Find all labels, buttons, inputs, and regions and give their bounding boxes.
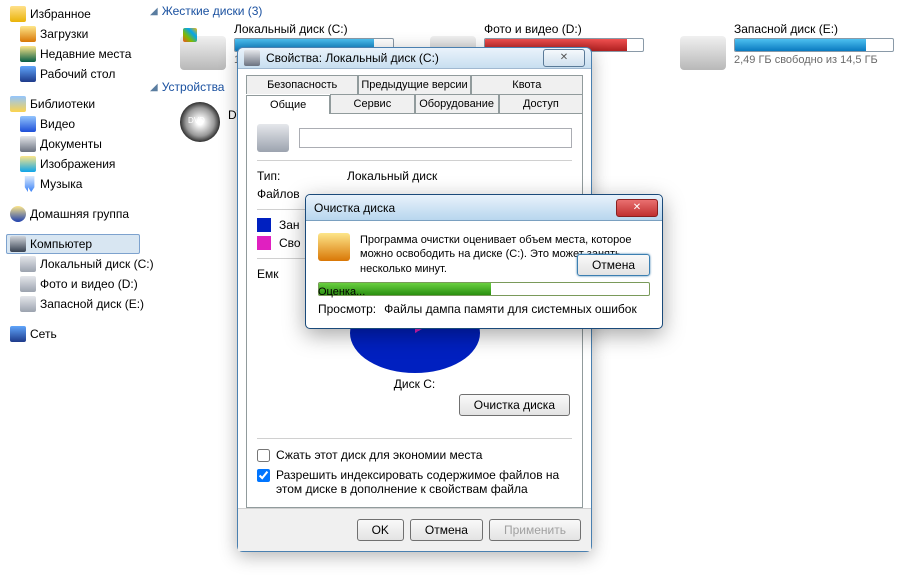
desktop-icon xyxy=(20,66,36,82)
section-title: Устройства xyxy=(162,80,225,94)
nav-recent[interactable]: Недавние места xyxy=(6,44,140,64)
cancel-button[interactable]: Отмена xyxy=(410,519,483,541)
drive-status: 2,49 ГБ свободно из 14,5 ГБ xyxy=(734,52,910,66)
label: Документы xyxy=(40,137,102,151)
nav-drive-d[interactable]: Фото и видео (D:) xyxy=(6,274,140,294)
nav-documents[interactable]: Документы xyxy=(6,134,140,154)
label: Недавние места xyxy=(40,47,131,61)
images-icon xyxy=(20,156,36,172)
label: Домашняя группа xyxy=(30,207,129,221)
drive-e-card[interactable]: Запасной диск (E:) 2,49 ГБ свободно из 1… xyxy=(680,22,910,70)
drive-icon xyxy=(180,36,226,70)
navigation-pane: Избранное Загрузки Недавние места Рабочи… xyxy=(0,0,140,344)
compress-label: Сжать этот диск для экономии места xyxy=(276,448,482,462)
label: Видео xyxy=(40,117,75,131)
type-label: Тип: xyxy=(257,169,347,183)
network-icon xyxy=(10,326,26,342)
tab-service[interactable]: Сервис xyxy=(330,94,414,113)
nav-favorites[interactable]: Избранное xyxy=(6,4,140,24)
used-color-icon xyxy=(257,218,271,232)
music-icon xyxy=(20,176,36,192)
drive-icon xyxy=(20,276,36,292)
tab-hardware[interactable]: Оборудование xyxy=(415,94,499,113)
label: Сеть xyxy=(30,327,57,341)
ok-button[interactable]: OK xyxy=(357,519,404,541)
tab-previous-versions[interactable]: Предыдущие версии xyxy=(358,75,470,94)
dialog-titlebar[interactable]: Очистка диска ✕ xyxy=(306,195,662,221)
recent-icon xyxy=(20,46,36,62)
scan-label: Просмотр: xyxy=(318,302,376,316)
section-title: Жесткие диски (3) xyxy=(162,4,263,18)
nav-libraries[interactable]: Библиотеки xyxy=(6,94,140,114)
drive-name: Локальный диск (C:) xyxy=(234,22,410,38)
nav-desktop[interactable]: Рабочий стол xyxy=(6,64,140,84)
nav-video[interactable]: Видео xyxy=(6,114,140,134)
tab-quota[interactable]: Квота xyxy=(471,75,583,94)
dialog-title: Очистка диска xyxy=(314,201,616,215)
nav-drive-e[interactable]: Запасной диск (E:) xyxy=(6,294,140,314)
nav-music[interactable]: Музыка xyxy=(6,174,140,194)
drive-icon xyxy=(20,296,36,312)
dvd-icon xyxy=(180,102,220,142)
section-hard-drives[interactable]: ◢ Жесткие диски (3) xyxy=(150,0,917,22)
documents-icon xyxy=(20,136,36,152)
nav-homegroup[interactable]: Домашняя группа xyxy=(6,204,140,224)
pie-label: Диск C: xyxy=(350,373,480,391)
used-label: Зан xyxy=(279,218,300,232)
scan-value: Файлы дампа памяти для системных ошибок xyxy=(384,302,637,316)
homegroup-icon xyxy=(10,206,26,222)
star-icon xyxy=(10,6,26,22)
close-button[interactable]: ✕ xyxy=(616,199,658,217)
index-label: Разрешить индексировать содержимое файло… xyxy=(276,468,572,496)
label: Компьютер xyxy=(30,237,92,251)
expand-icon: ◢ xyxy=(150,82,158,93)
drive-icon xyxy=(257,124,289,152)
cleanup-icon xyxy=(318,233,350,261)
disk-cleanup-button[interactable]: Очистка диска xyxy=(459,394,570,416)
drive-icon xyxy=(680,36,726,70)
free-label: Сво xyxy=(279,236,301,250)
drive-name: Запасной диск (E:) xyxy=(734,22,910,38)
drive-icon xyxy=(244,50,260,66)
dialog-title: Свойства: Локальный диск (C:) xyxy=(266,51,543,65)
downloads-icon xyxy=(20,26,36,42)
nav-network[interactable]: Сеть xyxy=(6,324,140,344)
dialog-titlebar[interactable]: Свойства: Локальный диск (C:) ✕ xyxy=(238,48,591,69)
label: Изображения xyxy=(40,157,115,171)
drive-label-field[interactable] xyxy=(299,128,572,148)
compress-checkbox[interactable] xyxy=(257,449,270,462)
label: Загрузки xyxy=(40,27,88,41)
cancel-button[interactable]: Отмена xyxy=(577,254,650,276)
type-value: Локальный диск xyxy=(347,169,437,183)
label: Избранное xyxy=(30,7,91,21)
tab-access[interactable]: Доступ xyxy=(499,94,583,113)
tab-general[interactable]: Общие xyxy=(246,95,330,114)
label: Музыка xyxy=(40,177,82,191)
close-button[interactable]: ✕ xyxy=(543,49,585,67)
libraries-icon xyxy=(10,96,26,112)
label: Запасной диск (E:) xyxy=(40,297,144,311)
disk-cleanup-dialog: Очистка диска ✕ Программа очистки оценив… xyxy=(305,194,663,329)
label: Рабочий стол xyxy=(40,67,115,81)
drive-name: Фото и видео (D:) xyxy=(484,22,660,38)
video-icon xyxy=(20,116,36,132)
free-color-icon xyxy=(257,236,271,250)
index-checkbox[interactable] xyxy=(257,469,270,482)
label: Библиотеки xyxy=(30,97,95,111)
computer-icon xyxy=(10,236,26,252)
apply-button[interactable]: Применить xyxy=(489,519,581,541)
space-bar xyxy=(734,38,894,52)
nav-images[interactable]: Изображения xyxy=(6,154,140,174)
index-checkbox-row[interactable]: Разрешить индексировать содержимое файло… xyxy=(257,465,572,499)
label: Локальный диск (C:) xyxy=(40,257,154,271)
nav-computer[interactable]: Компьютер xyxy=(6,234,140,254)
label: Фото и видео (D:) xyxy=(40,277,138,291)
expand-icon: ◢ xyxy=(150,6,158,17)
progress-bar xyxy=(318,282,650,296)
compress-checkbox-row[interactable]: Сжать этот диск для экономии места xyxy=(257,445,572,465)
tab-security[interactable]: Безопасность xyxy=(246,75,358,94)
nav-drive-c[interactable]: Локальный диск (C:) xyxy=(6,254,140,274)
drive-icon xyxy=(20,256,36,272)
nav-downloads[interactable]: Загрузки xyxy=(6,24,140,44)
